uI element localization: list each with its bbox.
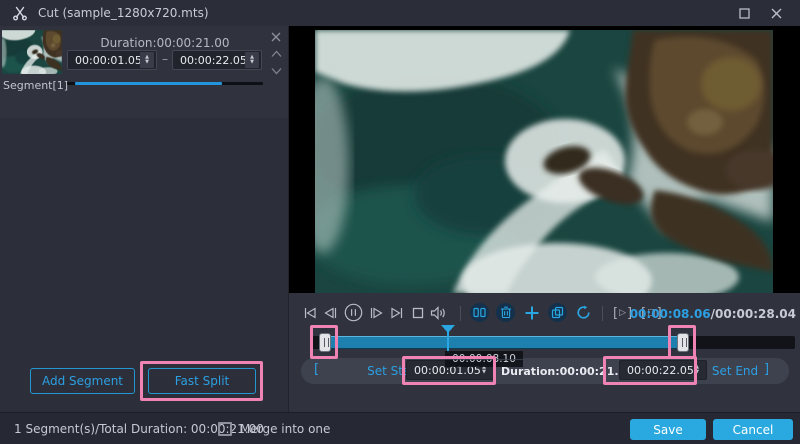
- maximize-button[interactable]: [736, 6, 752, 20]
- scissors-icon: [12, 5, 28, 21]
- add-button[interactable]: [522, 303, 541, 322]
- segment-duration-label: Duration:00:00:21.00: [100, 36, 230, 50]
- move-segment-up-icon[interactable]: [268, 47, 284, 61]
- open-bracket-glyph: [: [314, 362, 320, 377]
- segment-start-time-input[interactable]: 00:00:01.05 ▲ ▼: [67, 50, 157, 70]
- window-title: Cut (sample_1280x720.mts): [38, 6, 209, 20]
- playhead-tooltip: 00:00:08.10: [445, 351, 523, 367]
- footer-bar: 1 Segment(s)/Total Duration: 00:00:21.00…: [0, 412, 800, 444]
- current-time: 00:00:08.06: [629, 307, 711, 321]
- preview-panel: [ ▷ ] [ □ ] 00:00:08.06/00:00:28.04 00:0…: [288, 26, 800, 412]
- trim-bar: [ Set Start 00:00:01.05 ▲ ▼ Duration:00:…: [301, 358, 789, 384]
- cancel-button[interactable]: Cancel: [713, 419, 793, 440]
- spinner-down-icon[interactable]: ▼: [250, 60, 254, 65]
- previous-frame-button[interactable]: [323, 306, 338, 320]
- segment-end-time-value: 00:00:22.05: [180, 53, 247, 67]
- set-end-button[interactable]: Set End: [706, 364, 764, 378]
- next-frame-button[interactable]: [369, 306, 384, 320]
- trim-end-handle[interactable]: [677, 333, 689, 352]
- pause-button[interactable]: [344, 303, 363, 322]
- skip-to-end-button[interactable]: [390, 306, 404, 320]
- segment-range-fill: [74, 82, 222, 85]
- close-bracket-glyph: ]: [764, 362, 770, 377]
- segment-list-panel: Segment[1] Duration:00:00:21.00 00:00:01…: [0, 26, 288, 412]
- video-preview: [289, 26, 800, 293]
- total-time: 00:00:28.04: [715, 307, 796, 321]
- volume-icon[interactable]: [430, 306, 447, 320]
- trim-end-time-input[interactable]: 00:00:22.05 ▲ ▼: [619, 360, 707, 380]
- delete-button[interactable]: [496, 303, 515, 322]
- copy-button[interactable]: [548, 303, 567, 322]
- segment-range-bar: [67, 82, 263, 85]
- range-dash: –: [162, 52, 168, 66]
- trim-end-time-value: 00:00:22.05: [627, 363, 694, 377]
- add-segment-button[interactable]: Add Segment: [30, 368, 135, 394]
- segment-start-spinner: ▲ ▼: [140, 52, 154, 68]
- segment-end-time-input[interactable]: 00:00:22.05 ▲ ▼: [172, 50, 262, 70]
- close-icon[interactable]: [768, 6, 784, 20]
- segment-thumbnail[interactable]: [2, 30, 62, 74]
- save-button[interactable]: Save: [630, 419, 706, 440]
- play-outline-icon: ▷: [619, 308, 626, 318]
- divider: [460, 306, 461, 321]
- time-display: 00:00:08.06/00:00:28.04: [630, 307, 796, 321]
- merge-into-one-checkbox[interactable]: [218, 422, 232, 436]
- divider: [602, 306, 603, 321]
- titlebar: Cut (sample_1280x720.mts): [0, 0, 800, 26]
- segment-end-spinner: ▲ ▼: [245, 52, 259, 68]
- trim-end-spinner: ▲ ▼: [690, 362, 704, 378]
- video-frame: [315, 30, 773, 293]
- cut-dialog: Cut (sample_1280x720.mts) Segment[1] Dur…: [0, 0, 800, 444]
- move-segment-down-icon[interactable]: [268, 64, 284, 78]
- split-segment-button[interactable]: [470, 303, 489, 322]
- segment-start-time-value: 00:00:01.05: [75, 53, 142, 67]
- trim-start-handle[interactable]: [319, 333, 331, 352]
- segment-item: Segment[1] Duration:00:00:21.00 00:00:01…: [0, 26, 288, 118]
- spinner-down-icon[interactable]: ▼: [145, 60, 149, 65]
- segment-name-label: Segment[1]: [3, 79, 69, 92]
- merge-into-one-label[interactable]: Merge into one: [240, 413, 330, 444]
- stop-button[interactable]: [412, 307, 424, 319]
- reset-button[interactable]: [574, 303, 593, 322]
- skip-to-start-button[interactable]: [303, 306, 317, 320]
- fast-split-button[interactable]: Fast Split: [148, 368, 256, 394]
- bracket-open-glyph: [: [613, 306, 619, 321]
- timeline-selection[interactable]: [325, 336, 683, 349]
- playhead-line[interactable]: [447, 332, 449, 353]
- spinner-down-icon[interactable]: ▼: [695, 370, 699, 375]
- spinner-down-icon[interactable]: ▼: [482, 370, 486, 375]
- delete-segment-icon[interactable]: [268, 30, 284, 44]
